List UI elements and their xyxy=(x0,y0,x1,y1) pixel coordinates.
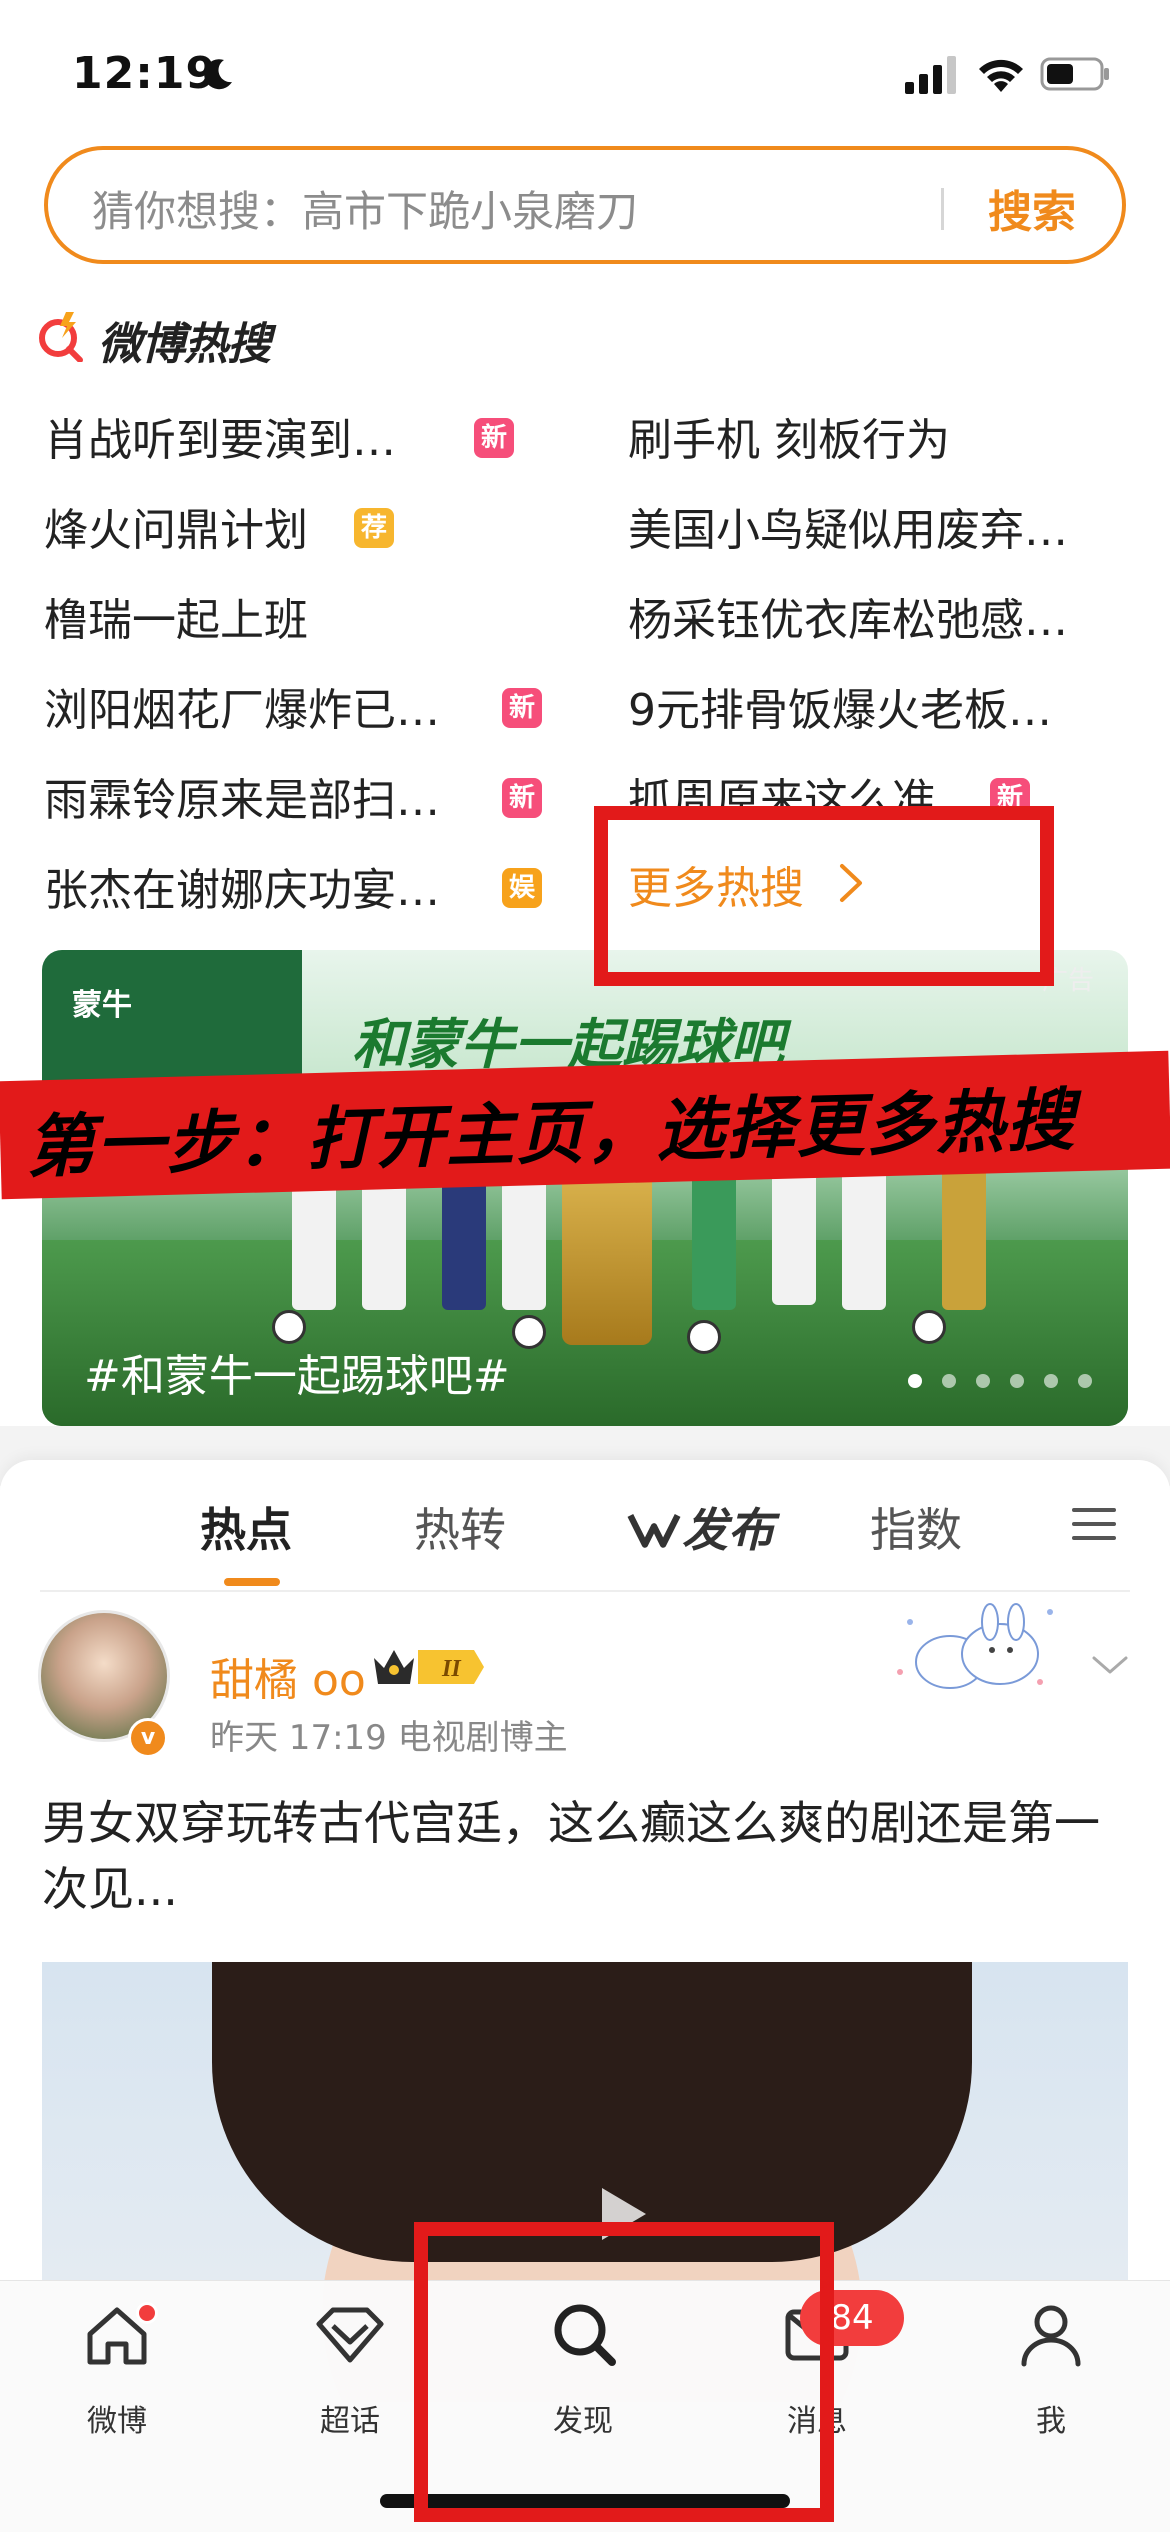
hair-image xyxy=(212,1962,972,2262)
new-badge: 新 xyxy=(502,778,542,818)
hot-search-item[interactable]: 浏阳烟花厂爆炸已… 新 xyxy=(44,674,544,744)
carousel-dot xyxy=(1078,1374,1092,1388)
notification-dot xyxy=(136,2302,158,2324)
hot-search-item[interactable]: 9元排骨饭爆火老板… xyxy=(628,674,1128,744)
post-text[interactable]: 男女双穿玩转古代宫廷，这么癫这么爽的剧还是第一次见... xyxy=(42,1790,1132,1922)
hot-search-item[interactable]: 刷手机 刻板行为 xyxy=(628,404,1128,474)
hot-search-item-text: 杨采钰优衣库松弛感… xyxy=(628,595,1068,646)
hot-search-item-text: 浏阳烟花厂爆炸已… xyxy=(44,685,440,736)
hot-search-item[interactable]: 美国小鸟疑似用废弃… xyxy=(628,494,1128,564)
football-image xyxy=(512,1315,546,1349)
author-name[interactable]: 甜橘 oo xyxy=(210,1644,366,1708)
tab-bar-label: 超话 xyxy=(320,2404,380,2439)
active-tab-indicator xyxy=(224,1578,280,1586)
verified-badge: v xyxy=(128,1718,168,1758)
hot-search-item[interactable]: 肖战听到要演到… 新 xyxy=(44,404,544,474)
banner-hashtag: #和蒙牛一起踢球吧# xyxy=(84,1351,510,1402)
member-level-text: II xyxy=(441,1656,462,1682)
carousel-dot xyxy=(976,1374,990,1388)
sticker-decoration-icon xyxy=(897,1603,1053,1689)
tab-bar-home[interactable]: 微博 xyxy=(42,2300,192,2440)
tab-index[interactable]: 指数 xyxy=(870,1494,962,1560)
football-image xyxy=(687,1320,721,1354)
chevron-down-icon[interactable] xyxy=(1090,1650,1130,1680)
carousel-dot xyxy=(942,1374,956,1388)
signal-icon xyxy=(905,56,956,94)
football-image xyxy=(272,1310,306,1344)
football-image xyxy=(912,1310,946,1344)
hot-search-item[interactable]: 张杰在谢娜庆功宴… 娱 xyxy=(44,854,544,924)
tab-bar-label: 微博 xyxy=(87,2404,147,2439)
new-badge: 新 xyxy=(502,688,542,728)
tab-hot[interactable]: 热点 xyxy=(200,1494,292,1560)
mengniu-logo: 蒙牛 xyxy=(72,988,132,1023)
new-badge: 新 xyxy=(474,418,514,458)
tab-publish-label: 发布 xyxy=(682,1503,774,1557)
hot-search-item-text: 9元排骨饭爆火老板… xyxy=(628,685,1052,736)
status-bar: 12:19 xyxy=(0,0,1170,150)
tab-publish[interactable]: 发布 xyxy=(626,1494,774,1560)
publish-logo-icon xyxy=(627,1514,681,1548)
hot-search-item[interactable]: 橹瑞一起上班 xyxy=(44,584,544,654)
wifi-icon xyxy=(979,59,1023,92)
hot-search-item[interactable]: 烽火问鼎计划 荐 xyxy=(44,494,544,564)
hot-search-item-text: 张杰在谢娜庆功宴… xyxy=(44,865,440,916)
highlight-box-more-hot-search xyxy=(594,806,1054,986)
recommended-badge: 荐 xyxy=(354,508,394,548)
hot-search-item-text: 肖战听到要演到… xyxy=(44,415,396,466)
hot-search-item-text: 美国小鸟疑似用废弃… xyxy=(628,505,1068,556)
profile-icon xyxy=(1021,2305,1081,2367)
carousel-dot xyxy=(1010,1374,1024,1388)
hot-search-item-text: 烽火问鼎计划 xyxy=(44,505,308,556)
hot-search-item-text: 刷手机 刻板行为 xyxy=(628,415,950,466)
search-bar[interactable]: 猜你想搜：高市下跪小泉磨刀 搜索 xyxy=(44,146,1126,264)
carousel-dot xyxy=(1044,1374,1058,1388)
diamond-icon xyxy=(316,2307,384,2363)
search-divider xyxy=(941,188,944,230)
entertainment-badge: 娱 xyxy=(502,868,542,908)
highlight-box-discover-tab xyxy=(414,2222,834,2522)
moon-icon xyxy=(204,59,232,90)
battery-icon xyxy=(1040,57,1109,91)
hot-search-item-text: 橹瑞一起上班 xyxy=(44,595,308,646)
search-input[interactable]: 猜你想搜：高市下跪小泉磨刀 xyxy=(92,178,638,239)
post-meta: 昨天 17:19 电视剧博主 xyxy=(210,1718,568,1758)
hot-search-item[interactable]: 雨霖铃原来是部扫… 新 xyxy=(44,764,544,834)
tab-bar-super-topic[interactable]: 超话 xyxy=(275,2300,425,2440)
weibo-hot-search-logo-icon xyxy=(39,312,83,362)
search-button[interactable]: 搜索 xyxy=(988,176,1076,240)
menu-icon[interactable] xyxy=(1072,1506,1116,1542)
hot-search-item[interactable]: 杨采钰优衣库松弛感… xyxy=(628,584,1128,654)
carousel-dot xyxy=(908,1374,922,1388)
carousel-indicator xyxy=(908,1374,1098,1390)
tab-bar-label: 我 xyxy=(1036,2404,1066,2439)
tab-trending[interactable]: 热转 xyxy=(414,1494,506,1560)
hot-search-item-text: 雨霖铃原来是部扫… xyxy=(44,775,440,826)
status-time: 12:19 xyxy=(72,48,218,99)
tab-bar-profile[interactable]: 我 xyxy=(976,2300,1126,2440)
hot-search-title: 微博热搜 xyxy=(98,319,271,370)
member-level-badge: II xyxy=(374,1650,484,1684)
